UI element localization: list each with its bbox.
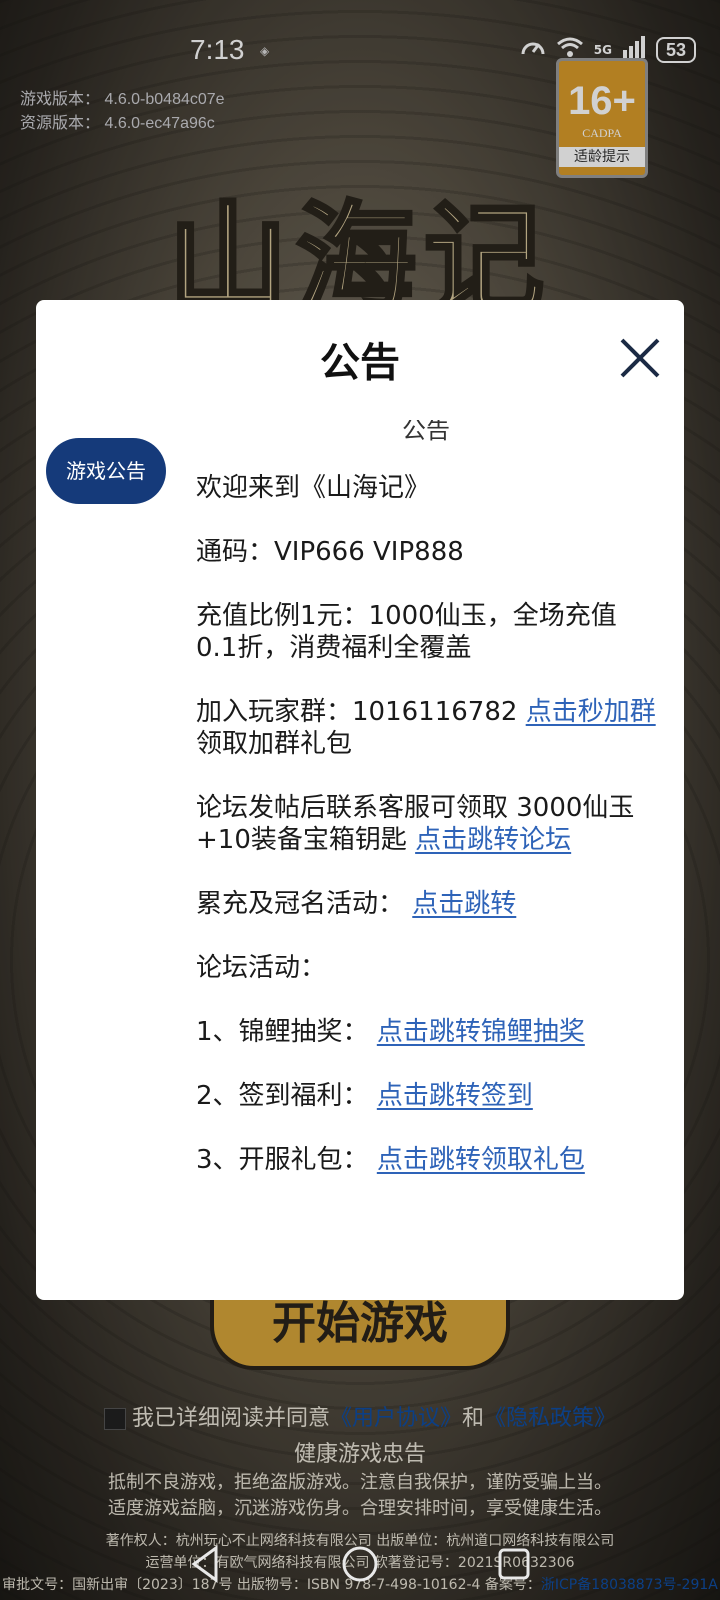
home-icon[interactable] [338,1542,382,1586]
announcement-content[interactable]: 公告 欢迎来到《山海记》 通码：VIP666 VIP888 充值比例1元：100… [196,420,656,1280]
event-link[interactable]: 点击跳转 [412,889,516,919]
recent-apps-icon[interactable] [492,1542,536,1586]
list-item: 2、签到福利： 点击跳转签到 [196,1080,656,1112]
forum-paragraph: 论坛发帖后联系客服可领取 3000仙玉+10装备宝箱钥匙 点击跳转论坛 [196,792,656,856]
item-text: 2、签到福利： [196,1081,377,1111]
event-paragraph: 累充及冠名活动： 点击跳转 [196,888,656,920]
recharge-text: 充值比例1元：1000仙玉，全场充值0.1折，消费福利全覆盖 [196,601,617,663]
group-suffix: 领取加群礼包 [196,729,353,759]
event-text: 累充及冠名活动： [196,889,413,919]
navigation-bar [0,1530,720,1600]
code-text: 通码：VIP666 VIP888 [196,537,464,567]
back-icon[interactable] [184,1542,228,1586]
list-item: 1、锦鲤抽奖： 点击跳转锦鲤抽奖 [196,1016,656,1048]
group-text: 加入玩家群：1016116782 [196,697,526,727]
item-text: 1、锦鲤抽奖： [196,1017,377,1047]
announcement-dialog: 公告 游戏公告 公告 欢迎来到《山海记》 通码：VIP666 VIP888 充值… [36,300,684,1300]
gift-link[interactable]: 点击跳转领取礼包 [377,1145,585,1175]
item-text: 3、开服礼包： [196,1145,377,1175]
forum-link[interactable]: 点击跳转论坛 [415,825,571,855]
signin-link[interactable]: 点击跳转签到 [377,1081,533,1111]
group-paragraph: 加入玩家群：1016116782 点击秒加群 领取加群礼包 [196,696,656,760]
join-group-link[interactable]: 点击秒加群 [526,697,656,727]
close-icon[interactable] [618,336,662,380]
lottery-link[interactable]: 点击跳转锦鲤抽奖 [377,1017,585,1047]
dialog-title: 公告 [320,340,400,386]
welcome-text: 欢迎来到《山海记》 [196,473,431,503]
list-item: 3、开服礼包： 点击跳转领取礼包 [196,1144,656,1176]
content-sub-title: 公告 [402,420,450,442]
forum-activity-heading: 论坛活动： [196,953,327,983]
tab-game-announcement[interactable]: 游戏公告 [46,438,166,504]
